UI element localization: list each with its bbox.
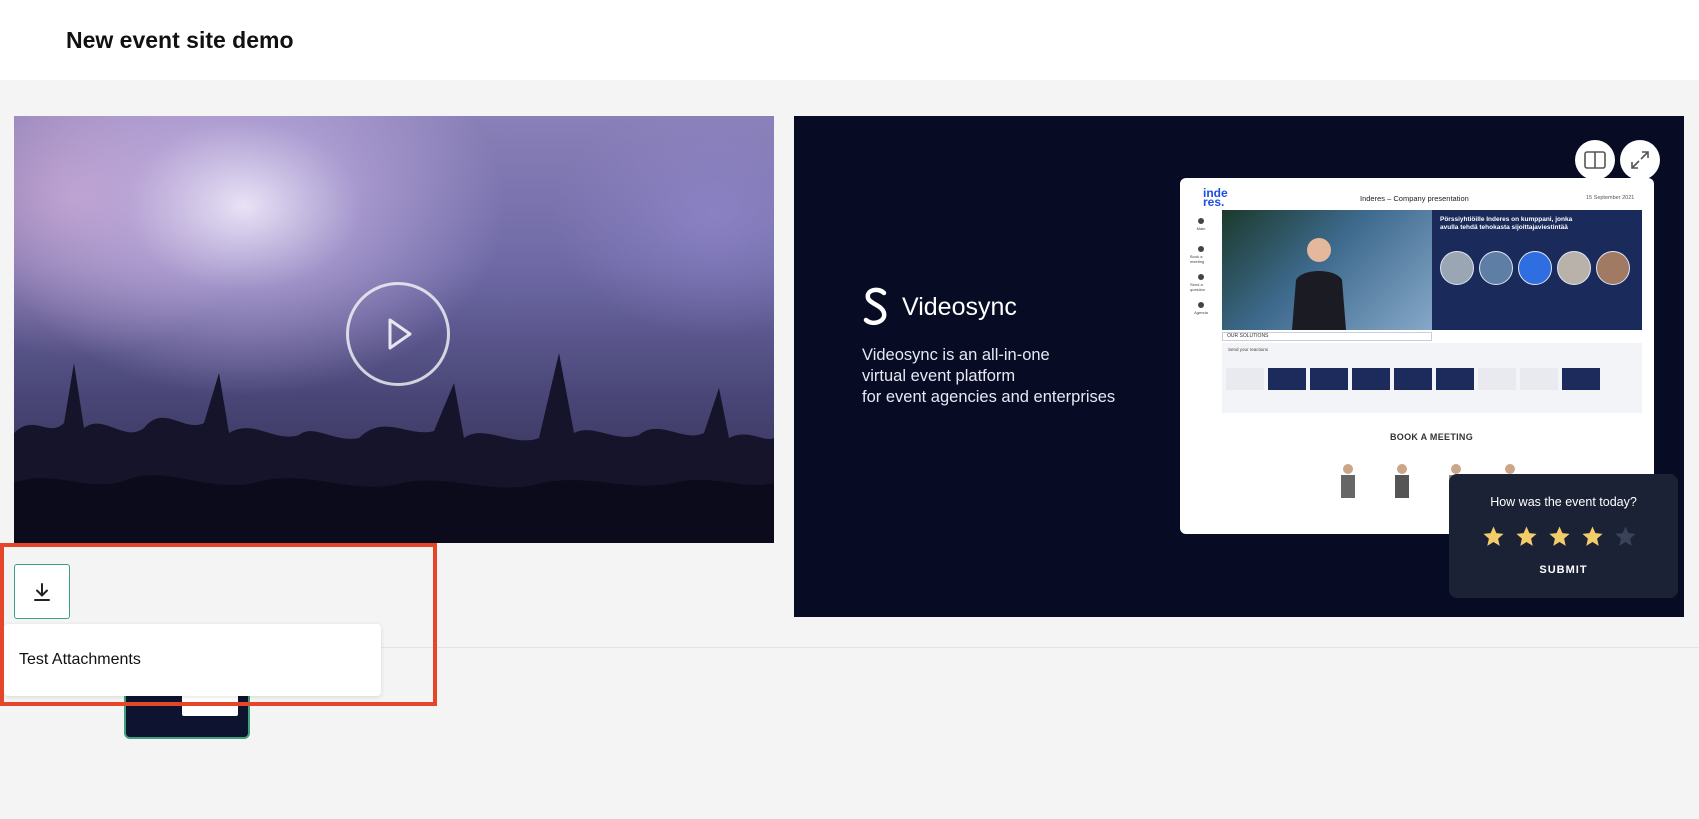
- banner-circle: [1440, 251, 1474, 285]
- thumbnail: [1520, 368, 1558, 390]
- dot-icon: [1198, 218, 1204, 224]
- play-icon: [388, 318, 412, 350]
- star-icon[interactable]: [1614, 525, 1637, 548]
- download-icon: [34, 582, 50, 601]
- star-icon[interactable]: [1515, 525, 1538, 548]
- header-bar: New event site demo: [0, 0, 1699, 80]
- thumbnail: [1562, 368, 1600, 390]
- page-title: New event site demo: [66, 27, 294, 53]
- banner-circle: [1518, 251, 1552, 285]
- thumbnail: [1268, 368, 1306, 390]
- star-icon[interactable]: [1581, 525, 1604, 548]
- star-icon[interactable]: [1482, 525, 1505, 548]
- reactions-strip: Send your reactions: [1222, 343, 1642, 413]
- book-meeting-title: BOOK A MEETING: [1390, 432, 1474, 442]
- star-icon[interactable]: [1548, 525, 1571, 548]
- tagline: Videosync is an all-in-one virtual event…: [862, 345, 1162, 408]
- fullscreen-button[interactable]: [1620, 140, 1660, 180]
- thumbnail: [1394, 368, 1432, 390]
- slide-sidebar-label: Book a meeting: [1190, 254, 1205, 264]
- tagline-line: Videosync is an all-in-one: [862, 346, 1050, 364]
- banner-circles: [1440, 251, 1630, 285]
- tagline-line: for event agencies and enterprises: [862, 388, 1116, 406]
- avatar: [1395, 464, 1409, 498]
- slide-sidebar-label: Main: [1196, 226, 1206, 231]
- rating-question: How was the event today?: [1490, 495, 1637, 509]
- star-rating[interactable]: [1482, 525, 1637, 548]
- submit-button[interactable]: SUBMIT: [1449, 564, 1678, 576]
- slide-sidebar-item: Main: [1190, 218, 1212, 246]
- presenter-figure: [1292, 238, 1346, 330]
- videosync-logo: Videosync: [860, 287, 1017, 327]
- thumbnail: [1352, 368, 1390, 390]
- fullscreen-icon: [1631, 151, 1649, 169]
- attachments-menu: Test Attachments: [4, 624, 381, 696]
- slide-title: Inderes – Company presentation: [1360, 194, 1469, 203]
- dot-icon: [1198, 274, 1204, 280]
- slide-banner: Pörssiyhtiöille Inderes on kumppani, jon…: [1432, 210, 1642, 330]
- slide-sidebar-label: Send a question: [1190, 282, 1206, 292]
- thumbnail-strip: [1226, 368, 1600, 390]
- thumbnail: [1436, 368, 1474, 390]
- presentation-panel: Videosync Videosync is an all-in-one vir…: [794, 116, 1684, 617]
- split-view-button[interactable]: [1575, 140, 1615, 180]
- slide-sidebar-item: Send a question: [1190, 274, 1212, 302]
- slide-sidebar-item: Agenda: [1190, 302, 1212, 330]
- banner-title: Pörssiyhtiöille Inderes on kumppani, jon…: [1440, 216, 1573, 231]
- slide-sidebar-item: Book a meeting: [1190, 246, 1212, 274]
- videosync-logo-icon: [863, 287, 887, 326]
- slide-sidebar-label: Agenda: [1194, 310, 1208, 315]
- download-button[interactable]: [14, 564, 70, 619]
- avatar: [1341, 464, 1355, 498]
- solutions-dropdown: OUR SOLUTIONS: [1222, 332, 1432, 341]
- thumbnail: [1310, 368, 1348, 390]
- inderes-logo: inde res.: [1203, 186, 1228, 209]
- slide-video-frame: [1222, 210, 1432, 330]
- slide-date: 15 September 2021: [1586, 195, 1635, 201]
- dot-icon: [1198, 246, 1204, 252]
- thumbnail: [1478, 368, 1516, 390]
- dot-icon: [1198, 302, 1204, 308]
- video-player[interactable]: [14, 116, 774, 543]
- split-view-icon: [1584, 151, 1606, 169]
- tagline-line: virtual event platform: [862, 367, 1016, 385]
- reactions-label: Send your reactions: [1228, 347, 1269, 352]
- banner-circle: [1479, 251, 1513, 285]
- thumbnail-slide: [182, 694, 238, 716]
- attachment-item-test-attachments[interactable]: Test Attachments: [19, 651, 141, 669]
- banner-circle: [1557, 251, 1591, 285]
- thumbnail: [1226, 368, 1264, 390]
- brand-name: Videosync: [902, 292, 1017, 321]
- banner-circle: [1596, 251, 1630, 285]
- rating-widget: How was the event today? SUBMIT: [1449, 474, 1678, 598]
- slide-sidebar: Main Book a meeting Send a question Agen…: [1190, 218, 1212, 330]
- play-button[interactable]: [346, 282, 450, 386]
